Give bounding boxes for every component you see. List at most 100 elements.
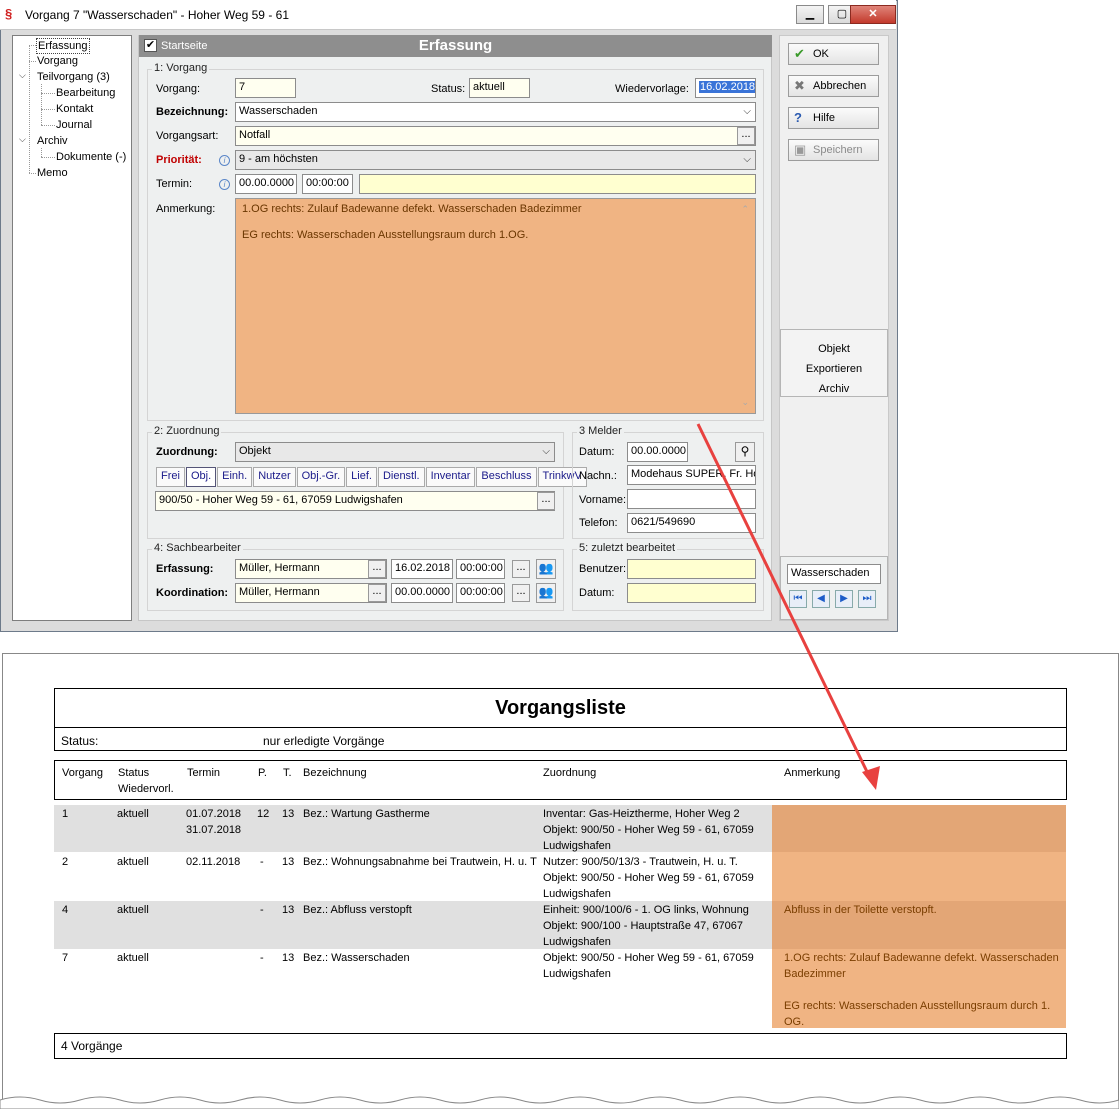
cell-t: 13	[282, 856, 295, 868]
scroll-down-icon[interactable]: ⌄	[741, 396, 749, 409]
objekt-exportieren-archiv-button[interactable]: Objekt Exportieren Archiv	[780, 329, 888, 397]
close-button[interactable]: ✕	[850, 5, 896, 24]
cell-zuordnung: Ludwigshafen	[543, 968, 611, 980]
cell-anmerkung: EG rechts: Wasserschaden Ausstellungsrau…	[784, 1000, 1051, 1012]
tab-obj-gr[interactable]: Obj.-Gr.	[296, 467, 346, 487]
termin-date-field[interactable]: 00.00.0000	[235, 174, 297, 194]
hilfe-button[interactable]: ? Hilfe	[788, 107, 879, 129]
cell-zuordnung: Ludwigshafen	[543, 936, 611, 948]
erfassung-time-button[interactable]: ...	[512, 560, 530, 578]
zuletzt-datum-label: Datum:	[579, 587, 615, 599]
koordination-date-field[interactable]: 00.00.0000	[391, 583, 453, 603]
tree-item-teilvorgang[interactable]: Teilvorgang (3)	[37, 70, 110, 84]
erfassung-name-field[interactable]: Müller, Hermann	[235, 559, 387, 579]
anmerkung-cell-bg	[772, 805, 1066, 852]
anmerkung-line: EG rechts: Wasserschaden Ausstellungsrau…	[242, 229, 529, 241]
users-icon[interactable]: 👥	[536, 559, 556, 579]
tree-item-journal[interactable]: Journal	[56, 118, 92, 132]
form-header: ✔ Startseite Erfassung	[139, 35, 772, 57]
tab-obj[interactable]: Obj.	[185, 467, 217, 487]
zuordnung-tabs: Frei Obj. Einh. Nutzer Obj.-Gr. Lief. Di…	[156, 467, 588, 487]
form-title: Erfassung	[418, 37, 493, 54]
bezeichnung-label: Bezeichnung:	[156, 106, 229, 118]
prioritaet-select[interactable]: 9 - am höchsten ⌵	[235, 150, 756, 170]
tab-lief[interactable]: Lief.	[346, 467, 377, 487]
tree-item-memo[interactable]: Memo	[37, 166, 68, 180]
tree-item-vorgang[interactable]: Vorgang	[37, 54, 78, 68]
tree-item-dokumente[interactable]: Dokumente (-)	[56, 150, 126, 164]
erfassung-lookup-button[interactable]: ...	[368, 560, 386, 578]
annotation-arrow	[696, 423, 880, 790]
vorname-label: Vorname:	[579, 494, 627, 506]
minimize-button[interactable]: ▁	[796, 5, 824, 24]
report-status-value: nur erledigte Vorgänge	[263, 734, 385, 748]
cell-p: -	[260, 904, 264, 916]
cell-zuordnung: Objekt: 900/50 - Hoher Weg 59 - 61, 6705…	[543, 872, 754, 884]
tab-inventar[interactable]: Inventar	[425, 467, 476, 487]
group-zuordnung-label: 2: Zuordnung	[152, 425, 222, 437]
report-column-header: Vorgang Status Wiedervorl. Termin P. T. …	[54, 760, 1067, 800]
vorgangsart-field[interactable]: Notfall	[235, 126, 756, 146]
cell-vorgang: 7	[62, 952, 69, 964]
telefon-label: Telefon:	[579, 517, 618, 529]
koordination-time-field[interactable]: 00:00:00	[456, 583, 505, 603]
koordination-name-field[interactable]: Müller, Hermann	[235, 583, 387, 603]
cell-zuordnung: Ludwigshafen	[543, 840, 611, 852]
vorgang-field[interactable]: 7	[235, 78, 296, 98]
erfassung-date-field[interactable]: 16.02.2018	[391, 559, 453, 579]
termin-text-field[interactable]	[359, 174, 756, 194]
group-vorgang-label: 1: Vorgang	[152, 62, 210, 74]
tree-item-erfassung[interactable]: Erfassung	[36, 38, 90, 54]
tree-item-archiv[interactable]: Archiv	[37, 134, 68, 148]
speichern-button[interactable]: ▣ Speichern	[788, 139, 879, 161]
objekt-lookup-button[interactable]: ...	[537, 492, 555, 510]
info-icon[interactable]: i	[219, 179, 230, 190]
cell-anmerkung: 1.OG rechts: Zulauf Badewanne defekt. Wa…	[784, 952, 1059, 964]
abbrechen-button[interactable]: ✖ Abbrechen	[788, 75, 879, 97]
melder-datum-field[interactable]: 00.00.0000	[627, 442, 688, 462]
wiedervorlage-field[interactable]: 16.02.2018	[695, 78, 756, 98]
col-t: T.	[283, 767, 292, 779]
koordination-lookup-button[interactable]: ...	[368, 584, 386, 602]
cell-status: aktuell	[117, 952, 149, 964]
termin-label: Termin:	[156, 178, 193, 190]
termin-time-field[interactable]: 00:00:00	[302, 174, 353, 194]
group-zuletzt-label: 5: zuletzt bearbeitet	[577, 542, 678, 554]
zuordnung-select[interactable]: Objekt ⌵	[235, 442, 555, 462]
expand-chevron-icon[interactable]: ⌵	[19, 134, 26, 145]
group-melder-label: 3 Melder	[577, 425, 624, 437]
info-icon[interactable]: i	[219, 155, 230, 166]
col-zuordnung: Zuordnung	[543, 767, 597, 779]
group-sachbearbeiter-label: 4: Sachbearbeiter	[152, 542, 243, 554]
tab-einh[interactable]: Einh.	[217, 467, 253, 487]
report-status-row: Status: nur erledigte Vorgänge	[54, 727, 1067, 751]
tab-nutzer[interactable]: Nutzer	[253, 467, 296, 487]
cell-zuordnung: Objekt: 900/100 - Hauptstraße 47, 67067	[543, 920, 743, 932]
erfassung-time-field[interactable]: 00:00:00	[456, 559, 505, 579]
tab-beschluss[interactable]: Beschluss	[476, 467, 537, 487]
anmerkung-textarea[interactable]: 1.OG rechts: Zulauf Badewanne defekt. Wa…	[235, 198, 756, 414]
cell-p: 12	[257, 808, 270, 820]
cell-p: -	[260, 856, 264, 868]
koordination-time-button[interactable]: ...	[512, 584, 530, 602]
cell-t: 13	[282, 904, 295, 916]
scroll-up-icon[interactable]: ⌃	[741, 203, 749, 216]
users-icon[interactable]: 👥	[536, 583, 556, 603]
tree-item-bearbeitung[interactable]: Bearbeitung	[56, 86, 115, 100]
objekt-field[interactable]: 900/50 - Hoher Weg 59 - 61, 67059 Ludwig…	[155, 491, 555, 511]
chevron-down-icon: ⌵	[542, 446, 550, 457]
ok-button[interactable]: ✔ OK	[788, 43, 879, 65]
expand-chevron-icon[interactable]: ⌵	[19, 70, 26, 81]
objekt-button-line: Archiv	[818, 383, 850, 395]
status-field[interactable]: aktuell	[469, 78, 530, 98]
tree-item-kontakt[interactable]: Kontakt	[56, 102, 93, 116]
tab-dienstl[interactable]: Dienstl.	[377, 467, 425, 487]
cell-zuordnung: Inventar: Gas-Heiztherme, Hoher Weg 2	[543, 808, 740, 820]
tab-frei[interactable]: Frei	[156, 467, 185, 487]
koordination-label: Koordination:	[156, 587, 229, 599]
cell-anmerkung: OG.	[784, 1016, 805, 1028]
vorgangsart-lookup-button[interactable]: ...	[737, 127, 755, 145]
anmerkung-label: Anmerkung:	[156, 203, 216, 215]
melder-datum-label: Datum:	[579, 446, 615, 458]
bezeichnung-select[interactable]: Wasserschaden ⌵	[235, 102, 756, 122]
